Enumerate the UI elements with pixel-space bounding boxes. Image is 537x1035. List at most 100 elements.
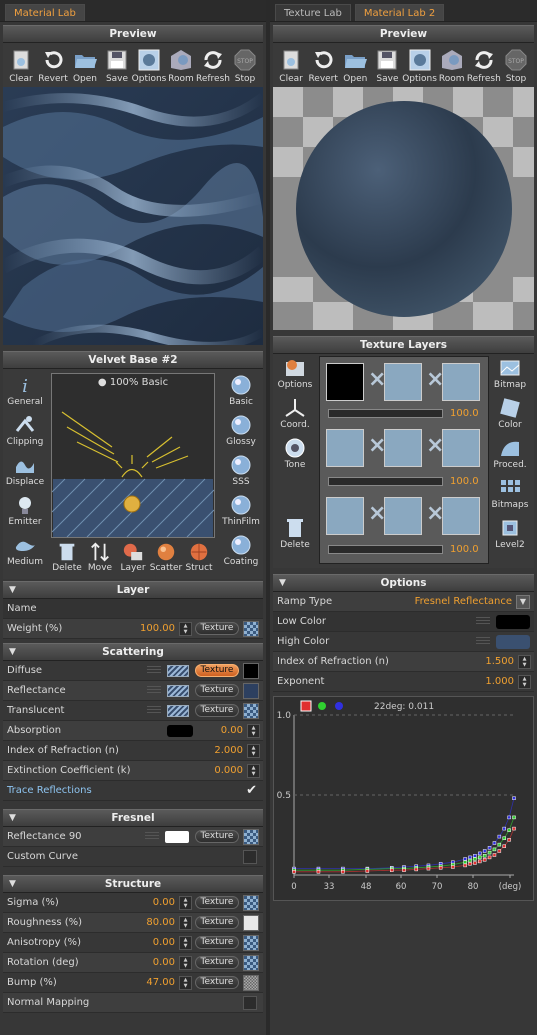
custom-curve-checkbox[interactable] bbox=[243, 849, 257, 864]
left-options-button[interactable]: Options bbox=[132, 48, 166, 84]
anisotropy-value[interactable]: 0.00 bbox=[115, 937, 175, 948]
right-revert-button[interactable]: Revert bbox=[308, 48, 339, 84]
tab-material-lab[interactable]: Material Lab bbox=[5, 4, 85, 21]
absorption-color-swatch[interactable] bbox=[167, 724, 193, 737]
right-clear-button[interactable]: Clear bbox=[276, 48, 307, 84]
ior-value[interactable]: 2.000 bbox=[183, 745, 243, 756]
velvet-basic-button[interactable]: Basic bbox=[221, 373, 261, 413]
rotation-deg-texture-swatch[interactable] bbox=[243, 954, 259, 971]
velvet-layer-button[interactable]: Layer bbox=[117, 541, 149, 573]
velvet-thinfilm-button[interactable]: ThinFilm bbox=[221, 493, 261, 533]
layer2-slot1[interactable] bbox=[326, 429, 364, 467]
layer1-opacity-slider[interactable] bbox=[328, 409, 443, 418]
bump-spinner[interactable]: ▲ ▼ bbox=[179, 975, 192, 990]
reflectance90-grip-icon[interactable] bbox=[145, 832, 159, 841]
rotation-deg-texture-button[interactable]: Texture bbox=[195, 956, 239, 969]
normal-mapping-checkbox[interactable] bbox=[243, 995, 257, 1010]
reflectance-map-swatch[interactable] bbox=[167, 684, 189, 697]
layer1-value[interactable]: 100.0 bbox=[450, 408, 479, 419]
sigma-texture-swatch[interactable] bbox=[243, 894, 259, 911]
velvet-clipping-button[interactable]: Clipping bbox=[5, 413, 45, 453]
velvet-displace-button[interactable]: Displace bbox=[5, 453, 45, 493]
absorption-value[interactable]: 0.00 bbox=[197, 725, 243, 736]
velvet-emitter-button[interactable]: Emitter bbox=[5, 493, 45, 533]
layer3-value[interactable]: 100.0 bbox=[450, 544, 479, 555]
left-room-button[interactable]: Room bbox=[166, 48, 197, 84]
layer2-slot2[interactable] bbox=[384, 429, 422, 467]
layer1-slot1[interactable] bbox=[326, 363, 364, 401]
velvet-general-button[interactable]: i General bbox=[5, 373, 45, 413]
layer2-opacity-slider[interactable] bbox=[328, 477, 443, 486]
left-save-button[interactable]: Save bbox=[102, 48, 133, 84]
layer3-slot3[interactable] bbox=[442, 497, 480, 535]
velvet-coating-button[interactable]: Coating bbox=[221, 533, 261, 573]
velvet-glossy-button[interactable]: Glossy bbox=[221, 413, 261, 453]
layer3-slot1[interactable] bbox=[326, 497, 364, 535]
right-save-button[interactable]: Save bbox=[372, 48, 403, 84]
ramp-type-dropdown-icon[interactable]: ▼ bbox=[516, 594, 530, 609]
tab-texture-lab[interactable]: Texture Lab bbox=[275, 4, 351, 21]
layer2-slot3[interactable] bbox=[442, 429, 480, 467]
weight-texture-swatch[interactable] bbox=[243, 620, 259, 637]
reflectance90-color-swatch[interactable] bbox=[165, 830, 189, 843]
rotation-deg-value[interactable]: 0.00 bbox=[115, 957, 175, 968]
low-color-grip-icon[interactable] bbox=[476, 617, 490, 626]
left-revert-button[interactable]: Revert bbox=[38, 48, 69, 84]
diffuse-color-swatch[interactable] bbox=[243, 662, 259, 679]
right-refresh-button[interactable]: Refresh bbox=[467, 48, 501, 84]
texlayers-options-button[interactable]: Options bbox=[275, 356, 315, 390]
translucent-grip-icon[interactable] bbox=[147, 706, 161, 715]
weight-texture-button[interactable]: Texture bbox=[195, 622, 239, 635]
texlayers-coord-button[interactable]: Coord. bbox=[275, 396, 315, 430]
high-color-swatch[interactable] bbox=[496, 634, 530, 649]
velvet-move-button[interactable]: Move bbox=[84, 541, 116, 573]
anisotropy-texture-swatch[interactable] bbox=[243, 934, 259, 951]
anisotropy-texture-button[interactable]: Texture bbox=[195, 936, 239, 949]
texlayers-level2-button[interactable]: Level2 bbox=[490, 516, 530, 550]
sigma-spinner[interactable]: ▲ ▼ bbox=[179, 895, 192, 910]
extinction-spinner[interactable]: ▲ ▼ bbox=[247, 763, 260, 778]
texlayers-bitmap-button[interactable]: Bitmap bbox=[490, 356, 530, 390]
translucent-map-swatch[interactable] bbox=[167, 704, 189, 717]
bump-texture-swatch[interactable] bbox=[243, 974, 259, 991]
low-color-swatch[interactable] bbox=[496, 614, 530, 629]
options-ior-value[interactable]: 1.500 bbox=[454, 656, 514, 667]
velvet-scatter-button[interactable]: Scatter bbox=[150, 541, 182, 573]
roughness-texture-button[interactable]: Texture bbox=[195, 916, 239, 929]
right-stop-button[interactable]: STOP Stop bbox=[500, 48, 531, 84]
texlayers-delete-button[interactable]: Delete bbox=[275, 516, 315, 550]
weight-value[interactable]: 100.00 bbox=[115, 623, 175, 634]
reflectance-color-swatch[interactable] bbox=[243, 682, 259, 699]
ior-spinner[interactable]: ▲ ▼ bbox=[247, 743, 260, 758]
roughness-spinner[interactable]: ▲ ▼ bbox=[179, 915, 192, 930]
trace-reflections-check-icon[interactable]: ✔ bbox=[246, 783, 257, 798]
left-open-button[interactable]: Open bbox=[70, 48, 101, 84]
rotation-deg-spinner[interactable]: ▲ ▼ bbox=[179, 955, 192, 970]
bump-value[interactable]: 47.00 bbox=[115, 977, 175, 988]
diffuse-map-swatch[interactable] bbox=[167, 664, 189, 677]
texlayers-proced-button[interactable]: Proced. bbox=[490, 436, 530, 470]
left-clear-button[interactable]: Clear bbox=[6, 48, 37, 84]
translucent-texture-swatch[interactable] bbox=[243, 702, 259, 719]
roughness-texture-swatch[interactable] bbox=[243, 914, 259, 931]
velvet-struct-button[interactable]: Struct bbox=[183, 541, 215, 573]
reflectance-texture-button[interactable]: Texture bbox=[195, 684, 239, 697]
bump-texture-button[interactable]: Texture bbox=[195, 976, 239, 989]
right-options-button[interactable]: Options bbox=[402, 48, 437, 84]
sigma-value[interactable]: 0.00 bbox=[115, 897, 175, 908]
exponent-spinner[interactable]: ▲ ▼ bbox=[518, 674, 531, 689]
diffuse-grip-icon[interactable] bbox=[147, 666, 161, 675]
roughness-value[interactable]: 80.00 bbox=[115, 917, 175, 928]
velvet-delete-button[interactable]: Delete bbox=[51, 541, 83, 573]
layer1-slot2[interactable] bbox=[384, 363, 422, 401]
left-refresh-button[interactable]: Refresh bbox=[196, 48, 230, 84]
reflectance90-texture-swatch[interactable] bbox=[243, 828, 259, 845]
reflectance-grip-icon[interactable] bbox=[147, 686, 161, 695]
texlayers-color-button[interactable]: Color bbox=[490, 396, 530, 430]
high-color-grip-icon[interactable] bbox=[476, 637, 490, 646]
layer2-value[interactable]: 100.0 bbox=[450, 476, 479, 487]
layer1-slot3[interactable] bbox=[442, 363, 480, 401]
extinction-value[interactable]: 0.000 bbox=[183, 765, 243, 776]
texlayers-bitmaps-button[interactable]: Bitmaps bbox=[490, 476, 530, 510]
right-room-button[interactable]: Room bbox=[436, 48, 467, 84]
